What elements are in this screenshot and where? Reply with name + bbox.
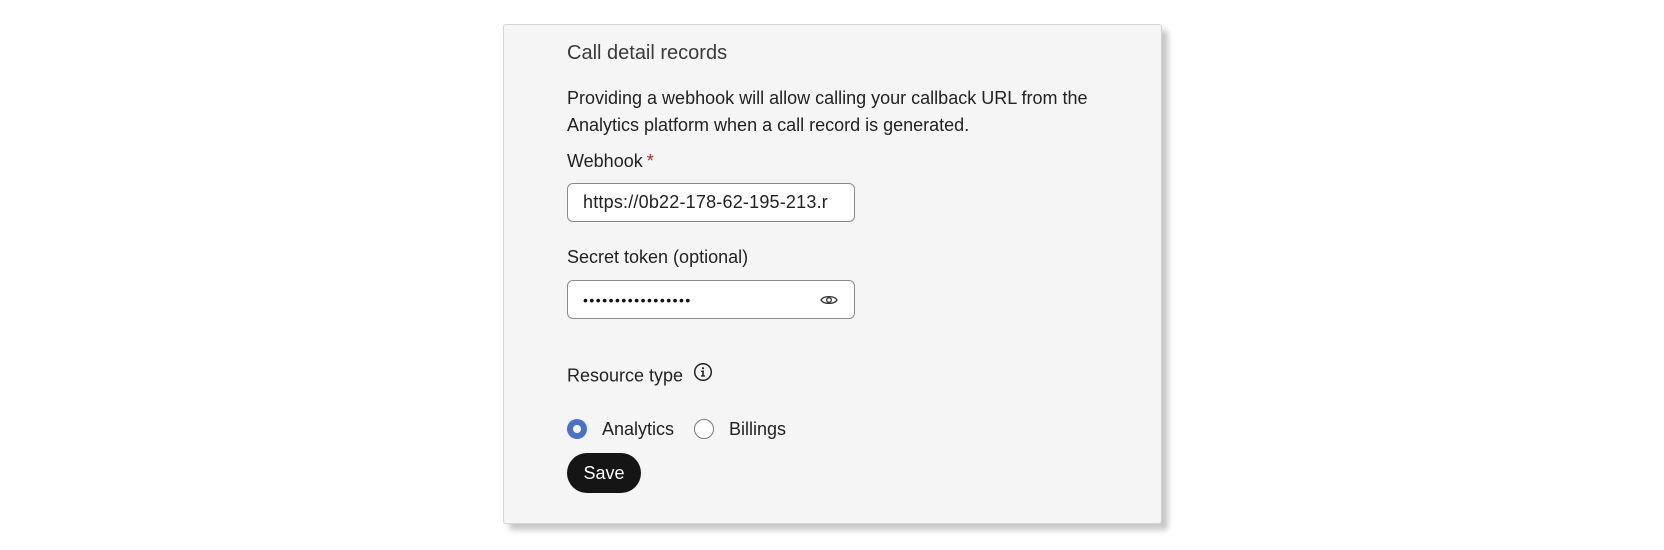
webhook-input-value[interactable]: https://0b22-178-62-195-213.r — [583, 192, 839, 213]
radio-billings-label[interactable]: Billings — [729, 419, 786, 440]
resource-type-label-text: Resource type — [567, 365, 684, 386]
radio-billings[interactable] — [694, 419, 715, 439]
secret-token-input[interactable]: ••••••••••••••••• — [567, 280, 855, 319]
webhook-label: Webhook * — [567, 151, 654, 172]
radio-analytics-label[interactable]: Analytics — [602, 419, 674, 440]
radio-option-billings[interactable]: Billings — [694, 419, 786, 440]
radio-analytics[interactable] — [567, 419, 587, 439]
radio-option-analytics[interactable]: Analytics — [567, 419, 674, 440]
cdr-settings-card: Call detail records Providing a webhook … — [503, 24, 1162, 524]
resource-type-radio-group: Analytics Billings — [567, 417, 806, 441]
save-button[interactable]: Save — [567, 453, 641, 493]
section-title: Call detail records — [567, 42, 728, 64]
webhook-label-text: Webhook — [567, 151, 643, 171]
section-description: Providing a webhook will allow calling y… — [567, 88, 1088, 135]
eye-icon[interactable] — [819, 290, 839, 310]
secret-token-value[interactable]: ••••••••••••••••• — [583, 292, 811, 308]
resource-type-label: Resource type — [567, 362, 713, 389]
required-marker: * — [646, 151, 654, 171]
secret-token-label: Secret token (optional) — [567, 247, 749, 267]
info-icon[interactable] — [693, 362, 713, 387]
webhook-input[interactable]: https://0b22-178-62-195-213.r — [567, 183, 855, 222]
